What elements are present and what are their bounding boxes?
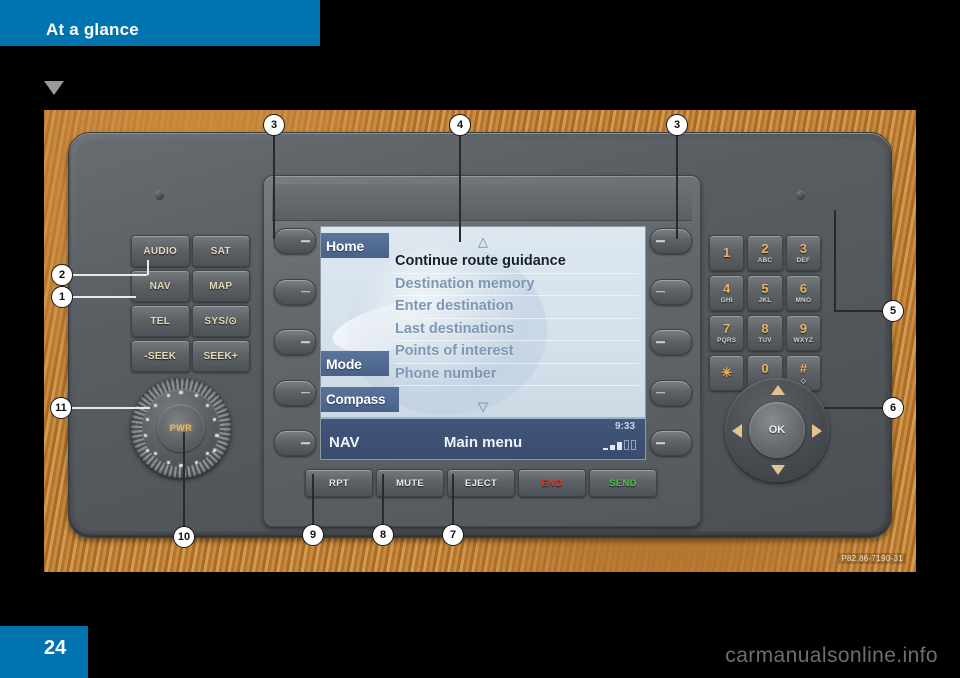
page-title: At a glance (46, 20, 139, 39)
menu-item-points-of-interest[interactable]: Points of interest (395, 341, 639, 364)
screw-right-icon (796, 191, 805, 200)
key-8[interactable]: 8 TUV (747, 315, 783, 351)
ok-button[interactable]: OK (749, 402, 805, 458)
navigation-display-screen: △ Continue route guidance Destination me… (320, 226, 646, 460)
left-function-keypad: AUDIO SAT NAV MAP TEL SYS/⊙ -SEEK SEEK+ (131, 235, 250, 372)
leader-line-6 (824, 407, 890, 409)
leader-line-5 (834, 310, 889, 312)
menu-item-enter-destination[interactable]: Enter destination (395, 296, 639, 319)
site-watermark: carmanualsonline.info (725, 644, 938, 667)
left-softkey-3[interactable] (274, 329, 316, 355)
main-menu-list: Continue route guidance Destination memo… (395, 251, 639, 386)
right-softkey-4[interactable] (650, 379, 692, 406)
status-clock: 9:33 (614, 421, 635, 432)
key-6[interactable]: 6 MNO (785, 275, 821, 311)
left-softkey-2[interactable] (274, 278, 316, 305)
key-5[interactable]: 5 JKL (747, 275, 783, 311)
screen-tab-home[interactable]: Home (321, 233, 389, 258)
leader-line-2-vert (147, 260, 149, 275)
callout-4: 4 (449, 114, 471, 136)
menu-item-phone-number[interactable]: Phone number (395, 364, 639, 386)
arrow-right-icon[interactable] (812, 424, 822, 438)
seek-back-button[interactable]: -SEEK (131, 340, 190, 372)
screen-tab-compass[interactable]: Compass (321, 387, 399, 412)
end-call-button[interactable]: END (518, 469, 586, 497)
ok-button-label: OK (768, 424, 786, 436)
leader-line-8 (382, 474, 384, 526)
head-unit-faceplate: AUDIO SAT NAV MAP TEL SYS/⊙ -SEEK SEEK+ (68, 132, 892, 538)
leader-line-5-vert (834, 210, 836, 310)
arrow-down-icon[interactable] (771, 465, 785, 475)
numeric-keypad: 1 2 ABC 3 DEF 4 GHI 5 JKL 6 MNO 7 PQRS 8 TUV 9W… (709, 235, 821, 391)
triangle-down-icon (44, 81, 64, 95)
figure-image-code: P82.86-7190-31 (838, 553, 906, 564)
callout-5: 5 (882, 300, 904, 322)
map-button[interactable]: MAP (191, 270, 250, 302)
leader-line-11 (70, 407, 150, 409)
right-softkey-5[interactable] (650, 430, 692, 456)
power-volume-knob[interactable]: PWR (131, 378, 231, 478)
page-number: 24 (44, 637, 67, 659)
key-9[interactable]: 9 WXYZ (785, 315, 821, 351)
rpt-button[interactable]: RPT (305, 469, 373, 497)
menu-item-last-destinations[interactable]: Last destinations (395, 319, 639, 341)
leader-line-3-right (676, 134, 678, 239)
screw-left-icon (155, 191, 164, 200)
callout-8: 8 (372, 524, 394, 546)
ok-directional-controller[interactable]: OK (725, 378, 829, 482)
callout-7: 7 (442, 524, 464, 546)
left-softkey-4[interactable] (274, 379, 316, 406)
status-title-label: Main menu (443, 434, 523, 451)
leader-line-2 (71, 274, 147, 276)
leader-line-3-left (273, 134, 275, 239)
screen-tab-mode[interactable]: Mode (321, 351, 389, 376)
knob-face[interactable]: PWR (157, 404, 205, 452)
key-7[interactable]: 7 PQRS (709, 315, 745, 351)
send-call-button[interactable]: SEND (589, 469, 657, 497)
screen-status-bar: NAV Main menu 9:33 (321, 417, 645, 459)
right-softkey-2[interactable] (650, 278, 692, 305)
mute-button[interactable]: MUTE (376, 469, 444, 497)
arrow-up-icon[interactable] (771, 385, 785, 395)
right-softkey-1[interactable] (650, 228, 692, 254)
signal-strength-icon (603, 440, 636, 450)
right-softkey-3[interactable] (650, 329, 692, 355)
right-softkey-column (650, 228, 692, 456)
pwr-label: PWR (169, 423, 193, 433)
leader-line-10 (183, 432, 185, 528)
left-softkey-column (274, 228, 316, 456)
bezel-top-strip (272, 184, 692, 221)
key-3[interactable]: 3 DEF (785, 235, 821, 271)
key-4[interactable]: 4 GHI (709, 275, 745, 311)
menu-area: △ Continue route guidance Destination me… (321, 227, 645, 419)
callout-11: 11 (50, 397, 72, 419)
menu-item-continue-route-guidance[interactable]: Continue route guidance (395, 251, 639, 274)
sys-clock-button[interactable]: SYS/⊙ (191, 305, 250, 337)
callout-10: 10 (173, 526, 195, 548)
callout-2: 2 (51, 264, 73, 286)
eject-button[interactable]: EJECT (447, 469, 515, 497)
key-2[interactable]: 2 ABC (747, 235, 783, 271)
leader-line-9 (312, 474, 314, 526)
callout-3-left: 3 (263, 114, 285, 136)
sat-button[interactable]: SAT (191, 235, 250, 267)
callout-3-right: 3 (666, 114, 688, 136)
figure-illustration: AUDIO SAT NAV MAP TEL SYS/⊙ -SEEK SEEK+ (44, 110, 916, 572)
audio-button[interactable]: AUDIO (131, 235, 190, 267)
seek-forward-button[interactable]: SEEK+ (191, 340, 250, 372)
menu-item-destination-memory[interactable]: Destination memory (395, 274, 639, 296)
left-softkey-1[interactable] (274, 228, 316, 254)
callout-9: 9 (302, 524, 324, 546)
leader-line-4 (459, 134, 461, 242)
leader-line-1 (71, 296, 136, 298)
callout-6: 6 (882, 397, 904, 419)
left-softkey-5[interactable] (274, 430, 316, 456)
callout-1: 1 (51, 286, 73, 308)
leader-line-7 (452, 474, 454, 526)
arrow-left-icon[interactable] (732, 424, 742, 438)
key-1[interactable]: 1 (709, 235, 745, 271)
tel-button[interactable]: TEL (131, 305, 190, 337)
bottom-function-keypad: RPT MUTE EJECT END SEND (305, 469, 657, 497)
